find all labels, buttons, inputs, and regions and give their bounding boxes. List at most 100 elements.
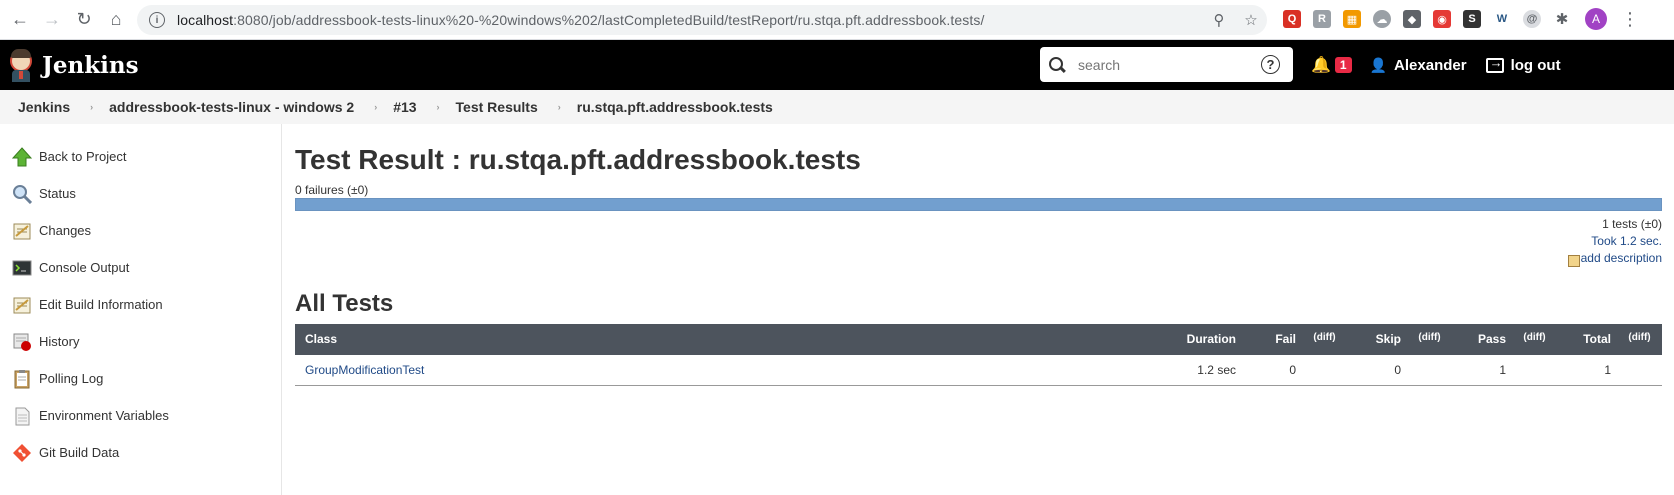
logout-label: log out — [1510, 56, 1561, 74]
sidebar-item-back-to-project[interactable]: Back to Project — [0, 138, 281, 175]
breadcrumb-item[interactable]: Jenkins — [18, 99, 70, 115]
notepad-edit-icon — [13, 297, 31, 313]
add-description-link[interactable]: add description — [1567, 250, 1662, 267]
search-box: ? — [1040, 47, 1293, 82]
side-panel: Back to Project Status Changes Console O… — [0, 124, 282, 495]
browser-menu-icon[interactable]: ⋮ — [1621, 10, 1639, 28]
column-header-total[interactable]: Total — [1557, 324, 1617, 355]
sidebar-item-label: Edit Build Information — [39, 297, 163, 312]
user-link[interactable]: 👤 Alexander — [1370, 57, 1467, 74]
help-icon[interactable]: ? — [1261, 55, 1280, 74]
total-diff-cell — [1617, 354, 1662, 386]
extension-icon[interactable]: @ — [1523, 10, 1541, 28]
reload-icon[interactable]: ↻ — [70, 6, 98, 34]
extension-icon[interactable]: Q — [1283, 10, 1301, 28]
skip-diff-cell — [1407, 354, 1452, 386]
user-name: Alexander — [1394, 56, 1467, 74]
magnifier-icon — [13, 184, 32, 204]
up-arrow-icon — [12, 146, 32, 166]
fail-cell: 0 — [1242, 354, 1302, 386]
app-name: Jenkins — [42, 51, 139, 79]
extension-icon[interactable]: R — [1313, 10, 1331, 28]
git-icon — [13, 443, 31, 462]
user-icon: 👤 — [1369, 56, 1388, 73]
table-row: GroupModificationTest 1.2 sec 0 0 1 1 — [295, 354, 1662, 386]
sidebar-item-edit-build-information[interactable]: Edit Build Information — [0, 286, 281, 323]
class-cell: GroupModificationTest — [295, 354, 1102, 386]
extension-icon[interactable]: S — [1463, 10, 1481, 28]
column-header-duration[interactable]: Duration — [1102, 324, 1242, 355]
extension-icon[interactable]: W — [1493, 10, 1511, 28]
bell-icon[interactable]: 🔔 — [1311, 55, 1331, 75]
breadcrumb-item[interactable]: addressbook-tests-linux - windows 2 — [109, 99, 354, 115]
shield-extension-icon[interactable]: ◆ — [1403, 10, 1421, 28]
bookmark-star-icon[interactable]: ☆ — [1235, 11, 1267, 29]
edit-note-icon — [1567, 254, 1580, 267]
column-header-pass[interactable]: Pass — [1452, 324, 1512, 355]
column-header-skip[interactable]: Skip — [1347, 324, 1407, 355]
table-header-row: Class Duration Fail (diff) Skip (diff) P… — [295, 323, 1662, 355]
sidebar-item-label: Polling Log — [39, 371, 104, 386]
terminal-icon — [12, 260, 32, 275]
page-title: Test Result : ru.stqa.pft.addressbook.te… — [295, 144, 861, 175]
sidebar-item-git-build-data[interactable]: Git Build Data — [0, 434, 281, 471]
column-header-pass-diff[interactable]: (diff) — [1512, 324, 1557, 355]
search-input[interactable] — [1076, 55, 1261, 74]
url-text[interactable]: localhost:8080/job/addressbook-tests-lin… — [177, 12, 984, 28]
extension-icon[interactable]: ☁ — [1373, 10, 1391, 28]
column-header-fail-diff[interactable]: (diff) — [1302, 324, 1347, 355]
skip-cell: 0 — [1347, 354, 1407, 386]
test-result-progress-bar — [295, 198, 1662, 211]
test-class-link[interactable]: GroupModificationTest — [305, 363, 424, 377]
zoom-icon[interactable]: ⚲ — [1203, 11, 1235, 29]
address-bar[interactable]: i localhost:8080/job/addressbook-tests-l… — [137, 5, 1267, 35]
clipboard-icon — [14, 369, 30, 388]
home-icon[interactable]: ⌂ — [102, 6, 130, 34]
chevron-right-icon[interactable]: › — [374, 102, 377, 112]
profile-avatar[interactable]: A — [1585, 8, 1607, 30]
back-arrow-icon[interactable]: ← — [6, 6, 34, 34]
forward-arrow-icon[interactable]: → — [38, 6, 66, 34]
extension-icon[interactable]: ◉ — [1433, 10, 1451, 28]
sidebar-item-label: Back to Project — [39, 149, 127, 164]
extension-icon[interactable]: ▦ — [1343, 10, 1361, 28]
breadcrumb-item[interactable]: ru.stqa.pft.addressbook.tests — [577, 99, 773, 115]
column-header-fail[interactable]: Fail — [1242, 324, 1302, 355]
sidebar-item-changes[interactable]: Changes — [0, 212, 281, 249]
sidebar-item-status[interactable]: Status — [0, 175, 281, 212]
breadcrumb: Jenkins › addressbook-tests-linux - wind… — [0, 90, 1674, 124]
column-header-skip-diff[interactable]: (diff) — [1407, 324, 1452, 355]
sidebar-item-label: History — [39, 334, 80, 349]
jenkins-logo[interactable]: Jenkins — [8, 48, 139, 82]
all-tests-heading: All Tests — [295, 289, 394, 317]
duration-cell: 1.2 sec — [1102, 354, 1242, 386]
column-header-total-diff[interactable]: (diff) — [1617, 324, 1662, 355]
chevron-right-icon[interactable]: › — [558, 102, 561, 112]
add-description-label: add description — [1580, 251, 1662, 265]
chevron-right-icon[interactable]: › — [90, 102, 93, 112]
main-panel: Test Result : ru.stqa.pft.addressbook.te… — [282, 124, 1674, 495]
took-link[interactable]: Took 1.2 sec. — [1591, 234, 1662, 248]
breadcrumb-item[interactable]: Test Results — [456, 99, 538, 115]
site-info-icon[interactable]: i — [149, 12, 165, 28]
pass-diff-cell — [1512, 354, 1557, 386]
sidebar-item-environment-variables[interactable]: Environment Variables — [0, 397, 281, 434]
breadcrumb-item[interactable]: #13 — [393, 99, 416, 115]
sidebar-item-label: Console Output — [39, 260, 130, 275]
jenkins-butler-icon — [8, 48, 34, 82]
search-icon — [1048, 56, 1066, 74]
logout-link[interactable]: log out — [1485, 55, 1561, 74]
sidebar-item-console-output[interactable]: Console Output — [0, 249, 281, 286]
document-icon — [15, 407, 30, 425]
tests-count: 1 tests (±0) — [1602, 217, 1662, 231]
sidebar-item-history[interactable]: History — [0, 323, 281, 360]
extensions-puzzle-icon[interactable]: ✱ — [1553, 10, 1571, 28]
notification-badge[interactable]: 1 — [1334, 57, 1352, 73]
pass-cell: 1 — [1452, 354, 1512, 386]
sidebar-item-polling-log[interactable]: Polling Log — [0, 360, 281, 397]
sidebar-item-label: Status — [39, 186, 76, 201]
chevron-right-icon[interactable]: › — [437, 102, 440, 112]
column-header-class[interactable]: Class — [295, 324, 1102, 355]
failures-summary: 0 failures (±0) — [295, 183, 369, 197]
notepad-icon — [13, 223, 31, 239]
